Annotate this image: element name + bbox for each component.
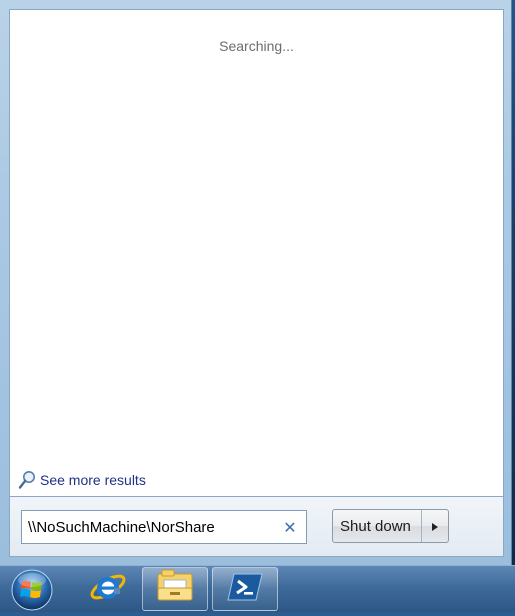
search-input[interactable] — [22, 511, 278, 543]
taskbar-powershell[interactable] — [212, 567, 278, 611]
see-more-results-link[interactable]: See more results — [18, 470, 146, 490]
magnifier-icon — [18, 470, 36, 490]
search-box[interactable]: ✕ — [21, 510, 307, 544]
taskbar — [0, 565, 515, 612]
start-menu: Searching... See more results ✕ Shut dow… — [0, 0, 512, 565]
shutdown-options-button[interactable] — [422, 510, 448, 542]
taskbar-windows-explorer[interactable] — [142, 567, 208, 611]
search-results-pane: Searching... See more results — [9, 9, 504, 497]
start-button[interactable] — [10, 568, 54, 612]
windows-orb-icon — [10, 569, 54, 616]
clear-search-icon[interactable]: ✕ — [278, 515, 302, 539]
shutdown-button-group: Shut down — [332, 509, 449, 543]
searching-status: Searching... — [219, 38, 294, 54]
arrow-right-icon — [431, 517, 439, 536]
powershell-icon — [226, 570, 264, 608]
search-strip: ✕ Shut down — [9, 497, 504, 557]
taskbar-internet-explorer[interactable] — [76, 567, 140, 611]
internet-explorer-icon — [88, 567, 128, 611]
see-more-results-label: See more results — [40, 472, 146, 488]
windows-explorer-icon — [154, 568, 196, 610]
shutdown-button[interactable]: Shut down — [333, 510, 422, 542]
